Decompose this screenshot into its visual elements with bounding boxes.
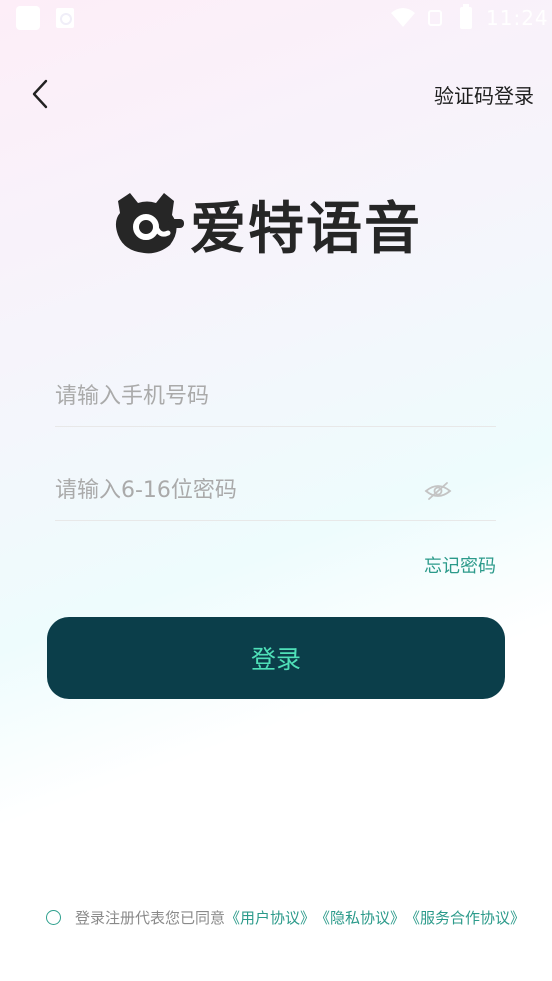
chevron-left-icon — [32, 79, 48, 109]
app-logo: 爱特语音 — [110, 186, 422, 262]
sms-code-login-link[interactable]: 验证码登录 — [434, 80, 534, 109]
notification-icon — [16, 6, 40, 30]
password-input[interactable] — [55, 461, 415, 520]
user-agreement-link[interactable]: 《用户协议》 — [225, 907, 315, 928]
phone-input[interactable] — [55, 367, 496, 426]
battery-icon — [460, 4, 472, 29]
cat-at-logo-icon — [115, 193, 184, 254]
service-agreement-link[interactable]: 《服务合作协议》 — [405, 907, 525, 928]
forgot-password-link[interactable]: 忘记密码 — [424, 552, 496, 578]
wifi-icon — [391, 8, 415, 27]
status-bar: 11:24 — [0, 0, 552, 38]
phone-field — [55, 367, 496, 427]
agreement-prefix: 登录注册代表您已同意 — [75, 909, 226, 927]
gallery-icon — [56, 8, 74, 28]
back-button[interactable] — [22, 74, 62, 114]
login-button[interactable]: 登录 — [47, 617, 505, 699]
status-time: 11:24 — [486, 6, 549, 30]
sim-icon — [428, 10, 442, 26]
agreement-row: 登录注册代表您已同意 《用户协议》 《隐私协议》 《服务合作协议》 — [46, 907, 525, 928]
password-field — [55, 461, 496, 521]
eye-off-icon[interactable] — [424, 479, 452, 503]
agreement-checkbox[interactable] — [46, 910, 61, 925]
privacy-agreement-link[interactable]: 《隐私协议》 — [315, 907, 405, 928]
app-name: 爱特语音 — [190, 196, 422, 262]
